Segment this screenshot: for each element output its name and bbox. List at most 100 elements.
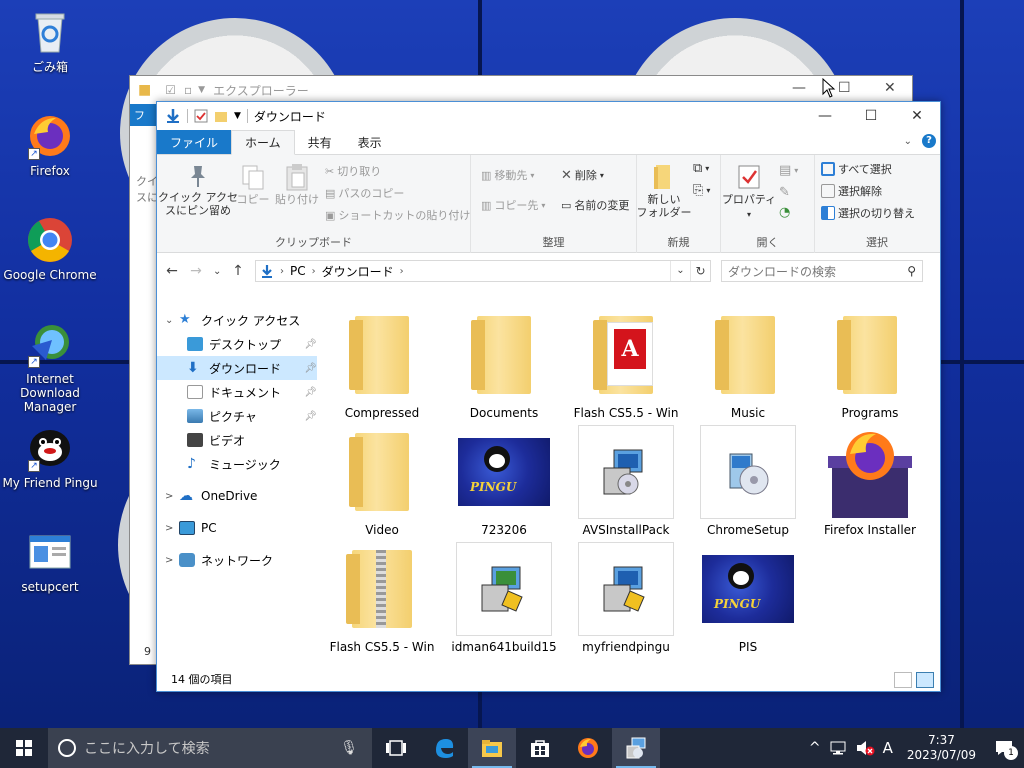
back-window-file-tab[interactable]: ファ	[130, 104, 158, 138]
show-hidden-icons-chevron-icon[interactable]: ^	[809, 740, 821, 756]
desktop-icon-setupcert[interactable]: setupcert	[0, 528, 100, 594]
file-item-compressed[interactable]: Compressed	[327, 308, 437, 420]
select-all-button[interactable]: すべて選択	[821, 161, 892, 177]
up-arrow-icon[interactable]: ↑	[231, 263, 245, 279]
taskbar-installer-button[interactable]	[612, 728, 660, 768]
tab-view[interactable]: 表示	[345, 130, 395, 154]
forward-arrow-icon[interactable]: →	[189, 263, 203, 279]
address-dropdown-icon[interactable]: ⌄	[670, 261, 690, 281]
microphone-icon[interactable]: 🎙︎	[340, 740, 358, 756]
desktop-icon-recycle-bin[interactable]: ごみ箱	[0, 8, 100, 74]
file-item-flash-zip[interactable]: Flash CS5.5 - Win	[327, 542, 437, 654]
nav-item-onedrive[interactable]: > ☁ OneDrive	[157, 484, 317, 508]
history-icon[interactable]: ◔	[779, 205, 790, 220]
large-icons-view-icon[interactable]	[916, 672, 934, 688]
file-item-myfriendpingu[interactable]: myfriendpingu	[571, 542, 681, 654]
move-to-button[interactable]: ▥ 移動先 ▾	[481, 167, 534, 183]
pin-to-quick-access-button[interactable]: クイック アクセ スにピン留め	[158, 163, 238, 217]
taskbar-store-button[interactable]	[516, 728, 564, 768]
file-item-programs[interactable]: Programs	[815, 308, 925, 420]
clock[interactable]: 7:37 2023/07/09	[901, 733, 982, 763]
taskbar-firefox-button[interactable]	[564, 728, 612, 768]
desktop-icon-idm[interactable]: ↗ Internet Download Manager	[0, 320, 100, 414]
copy-button[interactable]: コピー	[237, 163, 270, 206]
delete-button[interactable]: ✕ 削除 ▾	[561, 167, 604, 183]
expand-chevron-icon[interactable]: >	[165, 555, 179, 566]
back-arrow-icon[interactable]: ←	[165, 263, 179, 279]
minimize-icon[interactable]: —	[792, 80, 806, 96]
new-folder-button[interactable]: 新しい フォルダー	[637, 163, 692, 219]
file-item-chromesetup[interactable]: ChromeSetup	[693, 425, 803, 537]
task-view-button[interactable]	[372, 728, 420, 768]
easy-access-icon[interactable]: ⎘ ▾	[693, 183, 710, 198]
properties-button[interactable]: プロパティ ▾	[722, 163, 776, 221]
volume-muted-icon[interactable]	[855, 740, 875, 756]
close-icon[interactable]: ✕	[884, 80, 896, 96]
rename-button[interactable]: ▭ 名前の変更	[561, 197, 629, 213]
file-item-music[interactable]: Music	[693, 308, 803, 420]
desktop-icon-chrome[interactable]: Google Chrome	[0, 216, 100, 282]
nav-item-quick-access[interactable]: ⌄ ★ クイック アクセス	[157, 308, 317, 332]
paste-shortcut-button[interactable]: ▣ ショートカットの貼り付け	[325, 207, 470, 223]
network-status-icon[interactable]	[829, 741, 847, 755]
close-button[interactable]: ✕	[894, 102, 940, 130]
new-item-icon[interactable]: ⧉ ▾	[693, 161, 709, 176]
maximize-icon[interactable]: ☐	[838, 80, 851, 96]
cut-button[interactable]: ✂ 切り取り	[325, 163, 381, 179]
file-item-documents[interactable]: Documents	[449, 308, 559, 420]
nav-item-pictures[interactable]: ピクチャ 📌︎	[157, 404, 317, 428]
nav-item-videos[interactable]: ビデオ	[157, 428, 317, 452]
breadcrumb-downloads[interactable]: ダウンロード	[322, 263, 394, 280]
minimize-button[interactable]: —	[802, 102, 848, 130]
new-folder-qat-icon[interactable]	[214, 109, 228, 123]
explorer-window[interactable]: ▼ ダウンロード — ☐ ✕ ファイル ホーム 共有 表示 ⌄ ? クイック ア…	[156, 101, 941, 692]
nav-item-documents[interactable]: ドキュメント 📌︎	[157, 380, 317, 404]
action-center-button[interactable]: 1	[990, 734, 1018, 762]
breadcrumb-chevron-icon[interactable]: ›	[312, 266, 316, 277]
details-view-icon[interactable]	[894, 672, 912, 688]
qat-dropdown-icon[interactable]: ▼	[234, 111, 241, 121]
ribbon-expand-icon[interactable]: ⌄	[904, 136, 912, 147]
taskbar-search-box[interactable]: ここに入力して検索 🎙︎	[48, 728, 372, 768]
file-item-avsinstallpack[interactable]: AVSInstallPack	[571, 425, 681, 537]
file-item-723206[interactable]: PINGU 723206	[449, 425, 559, 537]
maximize-button[interactable]: ☐	[848, 102, 894, 130]
expand-chevron-icon[interactable]: ⌄	[165, 315, 179, 326]
ime-indicator[interactable]: A	[883, 739, 893, 757]
file-item-idman[interactable]: idman641build15	[449, 542, 559, 654]
expand-chevron-icon[interactable]: >	[165, 491, 179, 502]
copy-path-button[interactable]: ▤ パスのコピー	[325, 185, 404, 201]
nav-item-downloads[interactable]: ⬇ ダウンロード 📌︎	[157, 356, 317, 380]
file-item-video[interactable]: Video	[327, 425, 437, 537]
search-box[interactable]: ダウンロードの検索 ⚲	[721, 260, 923, 282]
breadcrumb-chevron-icon[interactable]: ›	[280, 266, 284, 277]
breadcrumb-pc[interactable]: PC	[290, 264, 306, 278]
file-item-firefox-installer[interactable]: Firefox Installer	[815, 425, 925, 537]
start-button[interactable]	[0, 728, 48, 768]
taskbar-edge-button[interactable]	[420, 728, 468, 768]
file-item-flash-folder[interactable]: A Flash CS5.5 - Win	[571, 308, 681, 420]
breadcrumb-chevron-icon[interactable]: ›	[400, 266, 404, 277]
address-bar[interactable]: › PC › ダウンロード › ⌄ ↻	[255, 260, 711, 282]
nav-item-network[interactable]: > ネットワーク	[157, 548, 317, 572]
recent-locations-icon[interactable]: ⌄	[213, 266, 221, 277]
help-icon[interactable]: ?	[922, 134, 936, 148]
nav-item-desktop[interactable]: デスクトップ 📌︎	[157, 332, 317, 356]
invert-selection-button[interactable]: 選択の切り替え	[821, 205, 915, 221]
select-none-button[interactable]: 選択解除	[821, 183, 882, 199]
copy-to-button[interactable]: ▥ コピー先 ▾	[481, 197, 545, 213]
desktop-icon-pingu[interactable]: ↗ My Friend Pingu	[0, 424, 100, 490]
expand-chevron-icon[interactable]: >	[165, 523, 179, 534]
window-titlebar[interactable]: ▼ ダウンロード — ☐ ✕	[157, 102, 940, 130]
tab-share[interactable]: 共有	[295, 130, 345, 154]
edit-icon[interactable]: ✎	[779, 185, 790, 200]
paste-button[interactable]: 貼り付け	[275, 163, 319, 206]
tab-home[interactable]: ホーム	[231, 130, 295, 155]
tab-file[interactable]: ファイル	[157, 130, 232, 154]
open-icon[interactable]: ▤ ▾	[779, 163, 798, 178]
nav-item-music[interactable]: ♪ ミュージック	[157, 452, 317, 476]
properties-qat-icon[interactable]	[194, 109, 208, 123]
nav-item-pc[interactable]: > PC	[157, 516, 317, 540]
refresh-icon[interactable]: ↻	[690, 261, 710, 281]
file-item-pis[interactable]: PINGU PIS	[693, 542, 803, 654]
